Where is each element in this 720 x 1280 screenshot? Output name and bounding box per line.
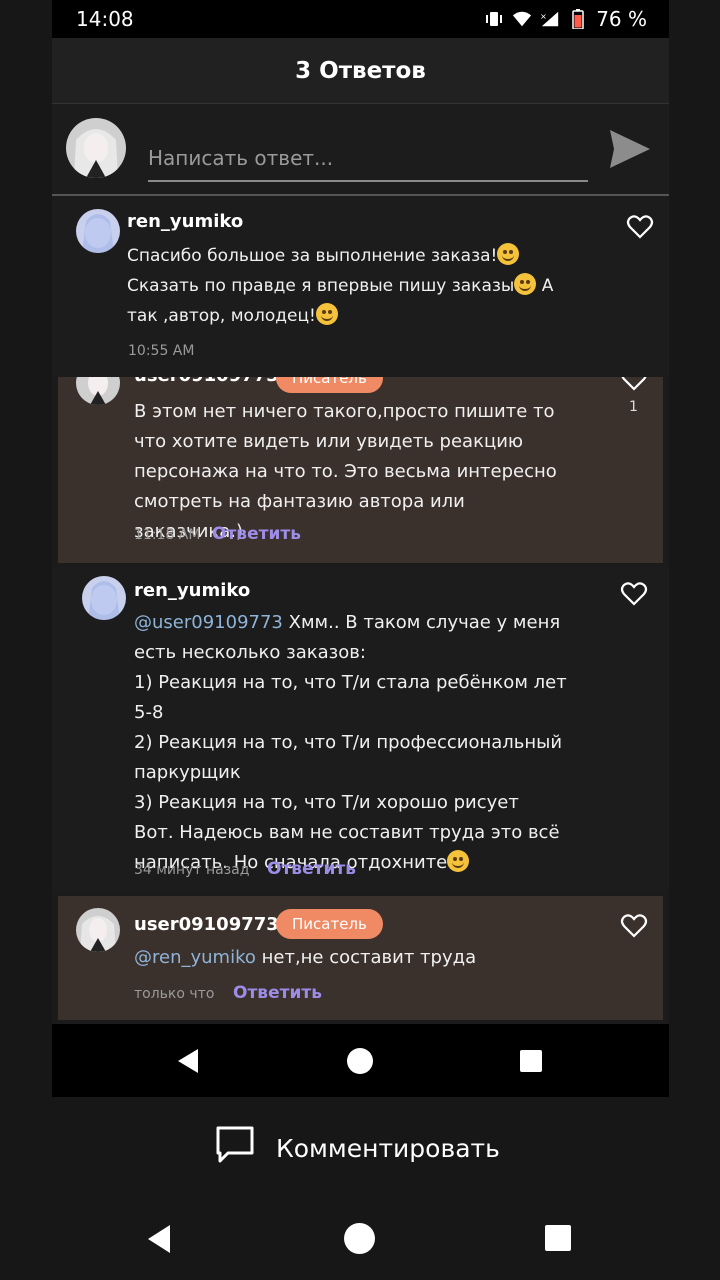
comment-text: @user09109773 Хмм.. В таком случае у мен… [134,612,567,873]
comment-item: ren_yumiko Спасибо большое за выполнение… [52,197,669,377]
inner-navigation-bar [52,1024,669,1097]
home-icon[interactable] [347,1048,373,1078]
avatar [76,209,120,253]
grin-emoji-icon [514,273,537,295]
comment-time: только что [134,986,215,1002]
comment-item: user09109773 Писатель 1 В этом нет ничег… [58,377,663,563]
signal-icon: × [540,9,560,29]
status-time: 14:08 [76,7,134,31]
comment-username: ren_yumiko [127,211,244,232]
like-count: 1 [629,399,638,415]
back-icon[interactable] [176,1048,200,1078]
comment-username: user09109773 [134,377,279,386]
comment-time: 34 минут назад [134,862,250,878]
comment-time: 10:55 AM [128,343,195,359]
home-icon[interactable] [344,1223,375,1258]
page-title: 3 Ответов [52,38,669,104]
recents-icon[interactable] [545,1225,571,1255]
reply-button[interactable]: Ответить [212,524,301,544]
battery-percent: 76 % [596,7,647,31]
comment-username: user09109773 [134,914,279,935]
inner-screenshot: 14:08 × 76 % 3 Ответов Написать ответ...… [52,0,669,1097]
wifi-icon [512,9,532,29]
reply-button[interactable]: Ответить [267,859,356,879]
comment-icon [214,1125,256,1171]
comment-username: ren_yumiko [134,580,251,601]
navigation-bar [0,1190,720,1280]
battery-icon [568,9,588,29]
smile-emoji-icon [497,243,520,265]
comment-text: @ren_yumiko нет,не составит труда [134,947,477,968]
avatar [76,908,120,952]
smile-emoji-icon [447,850,470,872]
status-bar: 14:08 × 76 % [52,0,669,38]
reply-composer [52,104,669,196]
vibrate-icon [484,9,504,29]
writer-badge: Писатель [276,909,383,939]
avatar [76,377,120,405]
comment-time: 11:18 AM [134,527,201,543]
comment-item: user09109773 Писатель @ren_yumiko нет,не… [58,896,663,1020]
mention-link[interactable]: @user09109773 [134,612,283,633]
send-icon[interactable] [608,128,652,174]
avatar [82,576,126,620]
heart-icon[interactable] [620,377,648,393]
reply-input[interactable] [148,132,588,182]
comment-item: ren_yumiko @user09109773 Хмм.. В таком с… [52,566,669,892]
back-icon[interactable] [146,1224,172,1258]
mention-link[interactable]: @ren_yumiko [134,947,256,968]
smile-emoji-icon [315,303,338,325]
comment-button-label: Комментировать [276,1133,500,1163]
writer-badge: Писатель [276,377,383,393]
svg-text:×: × [540,11,547,21]
comment-text: В этом нет ничего такого,просто пишите т… [134,401,557,542]
heart-icon[interactable] [620,912,648,940]
reply-button[interactable]: Ответить [233,983,322,1003]
recents-icon[interactable] [520,1050,542,1076]
avatar [66,118,126,178]
comment-text: Спасибо большое за выполнение заказа! Ск… [127,241,597,331]
comment-button[interactable]: Комментировать [214,1125,500,1171]
heart-icon[interactable] [620,580,648,608]
heart-icon[interactable] [626,213,654,241]
